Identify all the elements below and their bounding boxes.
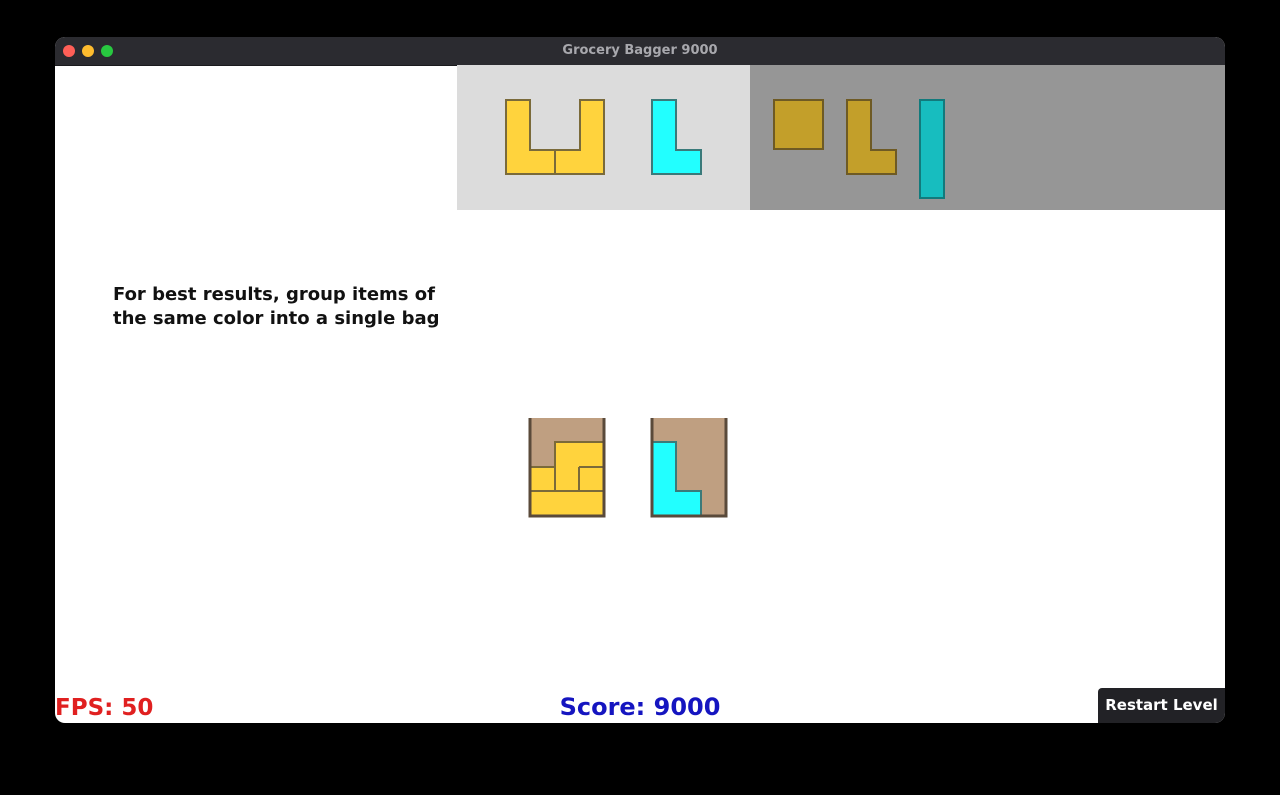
hint-text: For best results, group items of the sam… [113,283,440,331]
tray-item-cyan-bar-piece [919,99,945,199]
bag-yellow[interactable] [528,418,606,518]
title-bar: Grocery Bagger 9000 [55,37,1225,66]
hint-line-1: For best results, group items of [113,284,435,305]
game-canvas: For best results, group items of the sam… [55,65,1225,723]
restart-level-button[interactable]: Restart Level [1098,688,1225,723]
hint-line-2: the same color into a single bag [113,308,440,329]
score-display: Score: 9000 [559,693,721,721]
tray-item-yellow-square-piece [773,99,824,150]
window-title: Grocery Bagger 9000 [562,43,718,58]
game-board [457,65,1225,518]
game-window: Grocery Bagger 9000 For best results, gr… [55,37,1225,723]
bag-cyan[interactable] [650,418,728,518]
